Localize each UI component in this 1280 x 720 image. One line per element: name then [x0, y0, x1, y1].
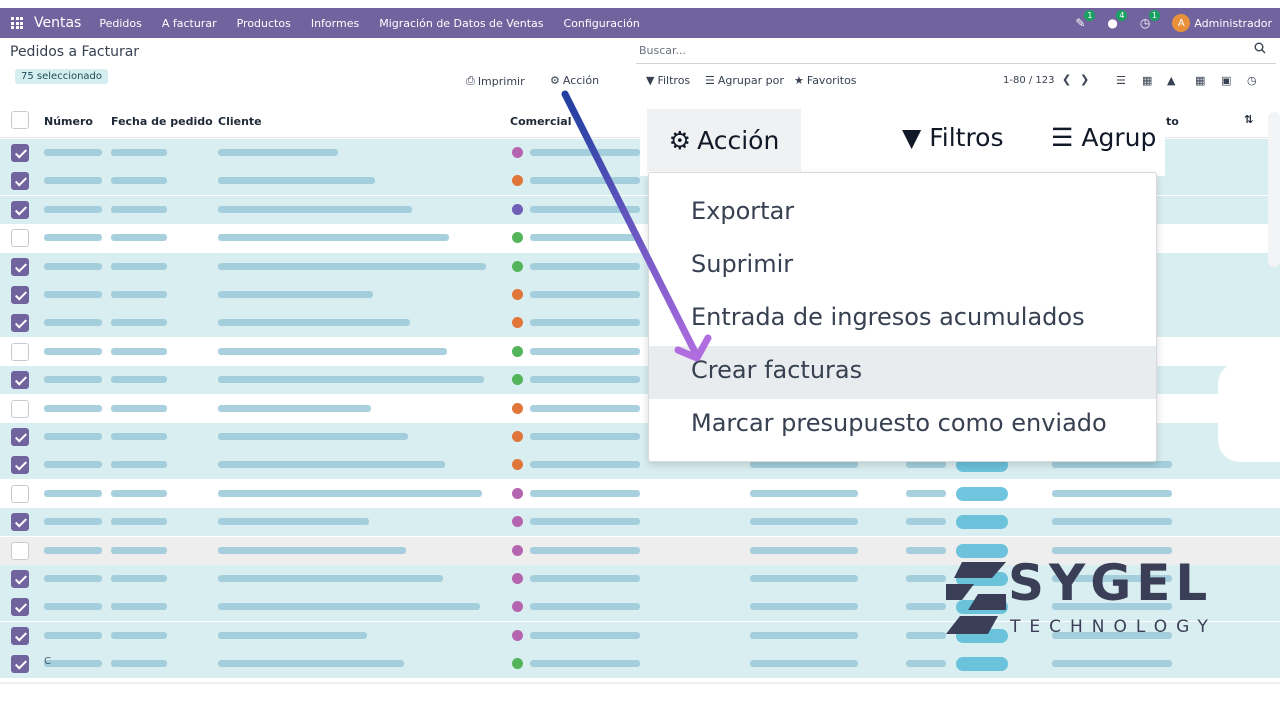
- sygel-logo: SYGEL TECHNOLOGY: [944, 554, 1208, 640]
- bottom-divider: [0, 682, 1280, 684]
- logo-tagline: TECHNOLOGY: [1010, 617, 1217, 637]
- logo-name: SYGEL: [1008, 554, 1213, 612]
- sygel-logo-mark: [946, 562, 1006, 634]
